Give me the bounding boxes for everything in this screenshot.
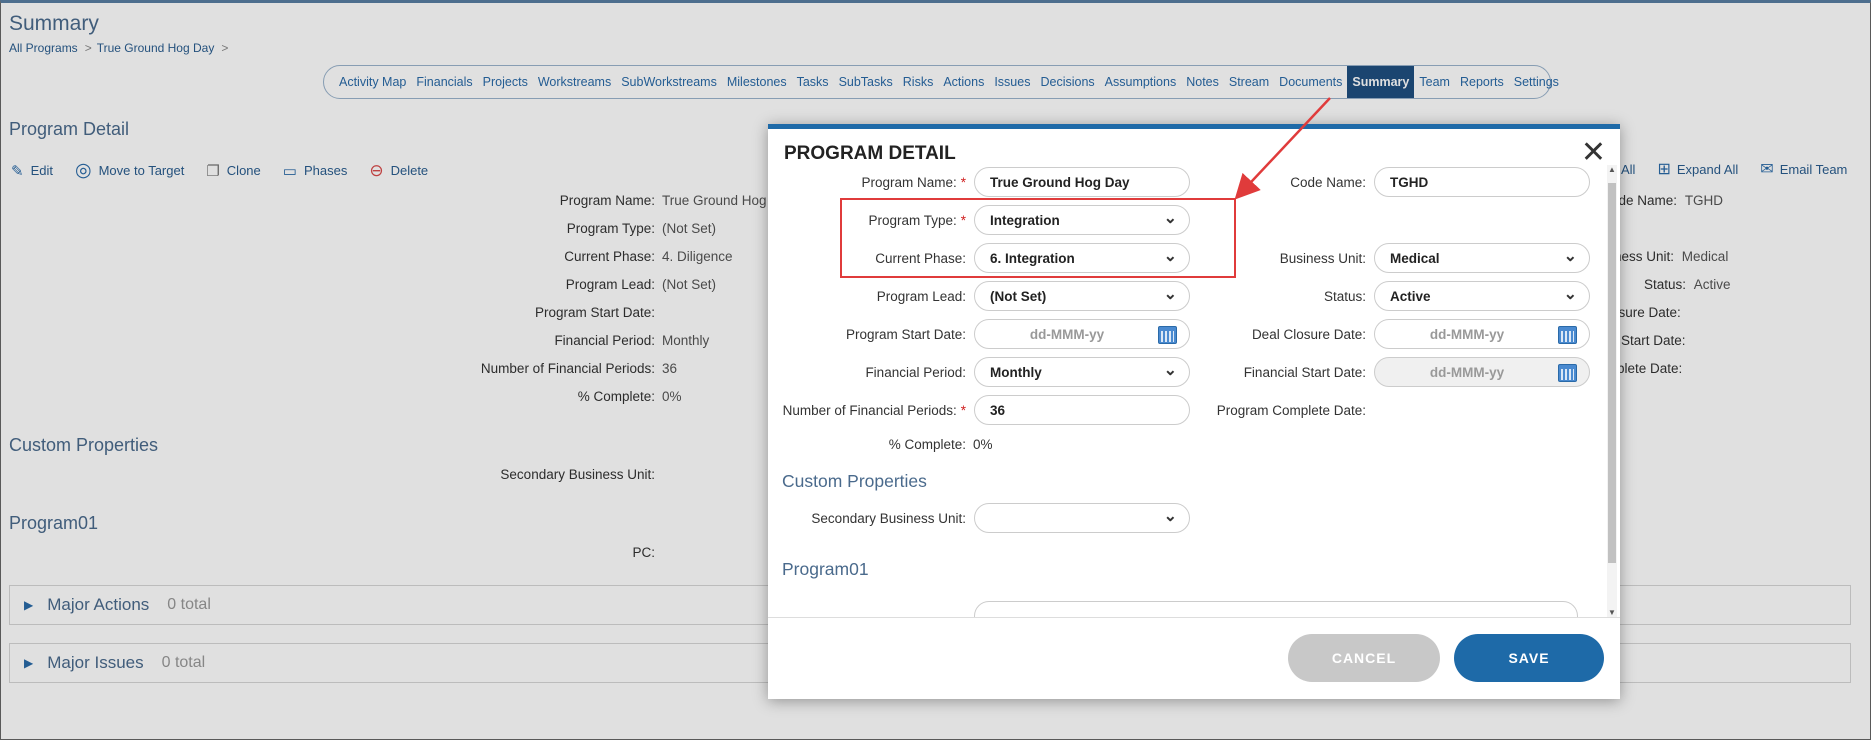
deal-closure-date-input[interactable]: dd-MMM-yy [1374,319,1590,349]
secondary-bu-select[interactable] [974,503,1190,533]
program-lead-select[interactable]: (Not Set) [974,281,1190,311]
num-financial-periods-label: Number of Financial Periods: * [782,402,966,418]
scroll-thumb[interactable] [1608,183,1616,563]
percent-complete-row: % Complete: 0% [768,429,993,459]
code-name-label: Code Name: [1290,174,1366,190]
program-start-date-row: Program Start Date: dd-MMM-yy [768,319,1190,349]
program-complete-date-label: Program Complete Date: [1216,402,1366,418]
scroll-down-icon[interactable]: ▼ [1608,608,1616,617]
financial-period-row: Financial Period: Monthly [768,357,1190,387]
program-name-label: Program Name: * [861,174,966,190]
percent-complete-label: % Complete: [888,436,966,452]
program-lead-row: Program Lead: (Not Set) [768,281,1190,311]
calendar-icon[interactable] [1558,364,1577,382]
program-name-input[interactable]: True Ground Hog Day [974,167,1190,197]
date-placeholder: dd-MMM-yy [1029,326,1105,342]
financial-start-date-row: Financial Start Date: dd-MMM-yy [1198,357,1590,387]
program-complete-date-row: Program Complete Date: [1198,395,1366,425]
modal-program01-title: Program01 [782,559,869,579]
status-row: Status: Active [1198,281,1590,311]
program-start-date-label: Program Start Date: [845,326,966,342]
num-financial-periods-input[interactable]: 36 [974,395,1190,425]
program-lead-label: Program Lead: [876,288,966,304]
date-placeholder: dd-MMM-yy [1429,326,1505,342]
date-placeholder: dd-MMM-yy [1429,364,1505,380]
code-name-input[interactable]: TGHD [1374,167,1590,197]
program-start-date-input[interactable]: dd-MMM-yy [974,319,1190,349]
program-name-label-text: Program Name: [861,174,957,190]
financial-start-date-label: Financial Start Date: [1243,364,1366,380]
status-label: Status: [1323,288,1366,304]
financial-period-label: Financial Period: [865,364,966,380]
secondary-bu-label: Secondary Business Unit: [811,510,966,526]
modal-custom-properties-title: Custom Properties [782,471,927,491]
scroll-up-icon[interactable]: ▲ [1608,165,1616,174]
secondary-bu-row: Secondary Business Unit: [768,503,1190,533]
business-unit-select[interactable]: Medical [1374,243,1590,273]
modal-scrollbar[interactable]: ▲ ▼ [1607,165,1617,617]
financial-period-select[interactable]: Monthly [974,357,1190,387]
modal-title: PROGRAM DETAIL [784,143,956,164]
save-button[interactable]: SAVE [1454,634,1604,682]
pc-input[interactable] [974,601,1578,617]
percent-complete-value: 0% [973,436,993,452]
cancel-button[interactable]: CANCEL [1288,634,1440,682]
deal-closure-date-row: Deal Closure Date: dd-MMM-yy [1198,319,1590,349]
num-financial-periods-row: Number of Financial Periods: * 36 [768,395,1190,425]
num-financial-periods-label-text: Number of Financial Periods: [782,402,957,418]
code-name-row: Code Name: TGHD [1198,167,1590,197]
financial-start-date-input[interactable]: dd-MMM-yy [1374,357,1590,387]
calendar-icon[interactable] [1558,326,1577,344]
modal-footer: CANCEL SAVE [768,617,1620,699]
program-name-row: Program Name: * True Ground Hog Day [768,167,1190,197]
business-unit-row: Business Unit: Medical [1198,243,1590,273]
status-select[interactable]: Active [1374,281,1590,311]
deal-closure-date-label: Deal Closure Date: [1251,326,1366,342]
annotation-highlight-box [840,198,1236,278]
calendar-icon[interactable] [1158,326,1177,344]
